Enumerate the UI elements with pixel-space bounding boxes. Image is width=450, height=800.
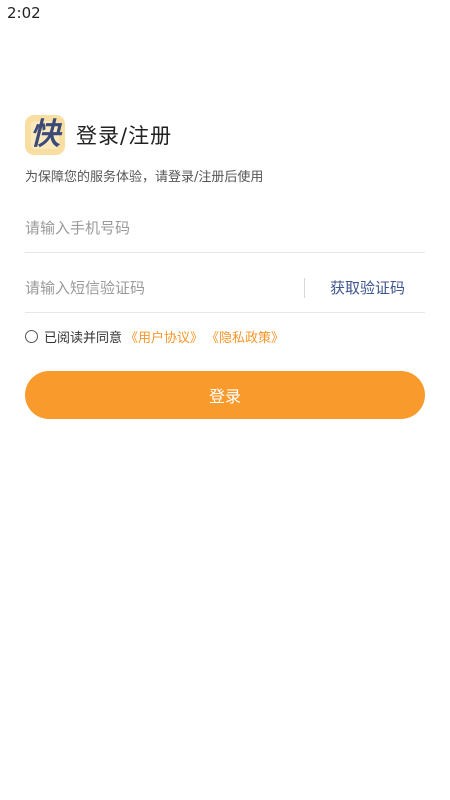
privacy-policy-link[interactable]: 《隐私政策》 — [206, 327, 284, 346]
agree-text: 已阅读并同意 — [44, 331, 123, 346]
status-time: 2:02 — [7, 4, 41, 22]
status-bar: 2:02 — [0, 0, 450, 26]
phone-field — [25, 204, 425, 253]
sms-code-field: 获取验证码 — [25, 264, 425, 313]
brand-row: 快 登录/注册 — [25, 114, 172, 156]
agreement-row: 已阅读并同意 《用户协议》 《隐私政策》 — [25, 327, 284, 346]
sms-code-input[interactable] — [25, 264, 295, 312]
phone-input[interactable] — [25, 204, 295, 252]
user-agreement-link[interactable]: 《用户协议》 — [125, 327, 203, 346]
code-divider — [304, 278, 305, 298]
login-button[interactable]: 登录 — [25, 371, 425, 419]
logo-char: 快 — [30, 117, 60, 152]
login-screen: 2:02 快 登录/注册 为保障您的服务体验，请登录/注册后使用 获取验证码 已… — [0, 0, 450, 800]
agree-checkbox[interactable] — [25, 330, 38, 343]
page-subtitle: 为保障您的服务体验，请登录/注册后使用 — [25, 170, 264, 185]
page-title: 登录/注册 — [76, 124, 173, 148]
get-code-button[interactable]: 获取验证码 — [330, 264, 405, 312]
app-logo: 快 — [25, 115, 65, 155]
